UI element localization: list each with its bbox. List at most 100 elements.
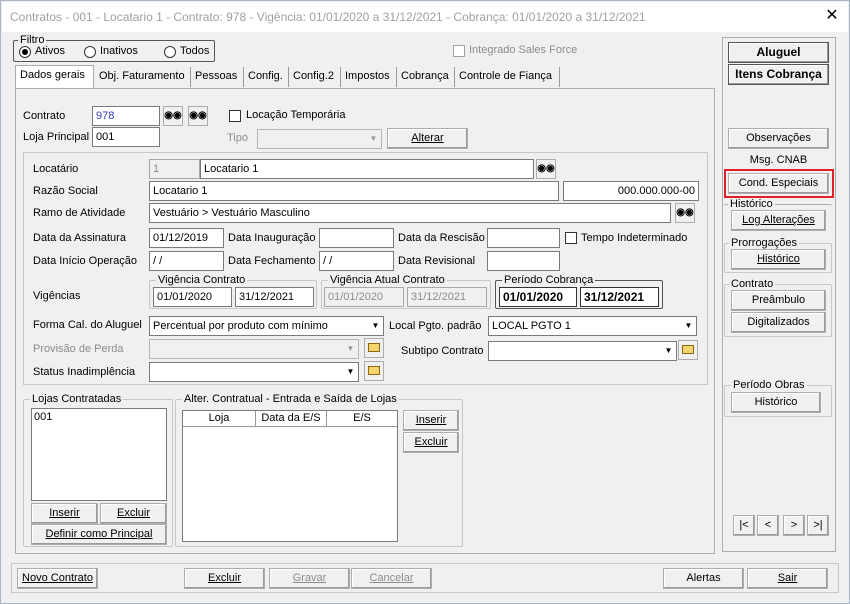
data-inicio-operacao-label: Data Início Operação <box>33 255 137 267</box>
definir-principal-button[interactable]: Definir como Principal <box>31 524 167 545</box>
tab-cobranca[interactable]: Cobrança <box>397 67 455 87</box>
tab-impostos[interactable]: Impostos <box>341 67 397 87</box>
radio-todos[interactable] <box>164 46 176 58</box>
provisao-perda-select[interactable]: ▼ <box>149 339 359 359</box>
prorrogacoes-historico-label: Histórico <box>757 253 800 265</box>
novo-contrato-button[interactable]: Novo Contrato <box>17 568 98 589</box>
log-alteracoes-label: Log Alterações <box>742 214 815 226</box>
tab-controle-fianca[interactable]: Controle de Fiança <box>455 67 560 87</box>
excluir-label: Excluir <box>207 572 241 584</box>
first-record-button[interactable]: |< <box>733 515 755 536</box>
periodo-cobranca-title: Período Cobrança <box>502 274 596 286</box>
status-inadimplencia-select[interactable]: ▼ <box>149 362 359 382</box>
folder-icon[interactable] <box>364 361 384 381</box>
locacao-temporaria-checkbox[interactable] <box>229 110 241 122</box>
tab-pessoas[interactable]: Pessoas <box>191 67 244 87</box>
local-pgto-value: LOCAL PGTO 1 <box>492 320 571 332</box>
cancelar-button[interactable]: Cancelar <box>351 568 432 589</box>
loja-principal-label: Loja Principal <box>23 131 90 143</box>
vigencia-contrato-to[interactable]: 31/12/2021 <box>235 287 314 307</box>
alterar-button[interactable]: Alterar <box>387 128 468 149</box>
locacao-temporaria-label: Locação Temporária <box>246 109 346 121</box>
loja-principal-input[interactable]: 001 <box>92 127 160 147</box>
forma-calculo-select[interactable]: Percentual por produto com mínimo ▼ <box>149 316 384 336</box>
alter-inserir-button[interactable]: Inserir <box>403 410 459 431</box>
razao-social-input[interactable]: Locatario 1 <box>149 181 559 201</box>
prorrogacoes-historico-button[interactable]: Histórico <box>731 249 826 270</box>
radio-ativos[interactable] <box>19 46 31 58</box>
col-data-es: Data da E/S <box>261 412 321 424</box>
alter-inserir-label: Inserir <box>415 414 447 426</box>
cnpj-input[interactable]: 000.000.000-00 <box>563 181 699 201</box>
subtipo-contrato-label: Subtipo Contrato <box>401 345 484 357</box>
periodo-cobranca-to[interactable]: 31/12/2021 <box>580 287 659 307</box>
vigencia-atual-from: 01/01/2020 <box>324 287 404 307</box>
preambulo-button[interactable]: Preâmbulo <box>731 290 826 311</box>
data-inauguracao-input[interactable] <box>319 228 394 248</box>
ramo-atividade-input[interactable]: Vestuário > Vestuário Masculino <box>149 203 671 223</box>
msg-cnab-button[interactable]: Msg. CNAB <box>728 150 829 171</box>
alter-excluir-button[interactable]: Excluir <box>403 432 459 453</box>
lojas-list[interactable]: 001 <box>31 408 167 501</box>
data-fechamento-input[interactable]: / / <box>319 251 394 271</box>
lojas-inserir-button[interactable]: Inserir <box>31 503 98 524</box>
col-loja: Loja <box>208 412 230 424</box>
digitalizados-button[interactable]: Digitalizados <box>731 312 826 333</box>
next-record-button[interactable]: > <box>783 515 805 536</box>
data-rescisao-input[interactable] <box>487 228 560 248</box>
folder-icon[interactable] <box>364 338 384 358</box>
tipo-select[interactable]: ▼ <box>257 129 382 149</box>
observacoes-button[interactable]: Observações <box>728 128 829 149</box>
list-item[interactable]: 001 <box>32 409 166 425</box>
alter-table[interactable]: Loja Data da E/S E/S <box>182 410 398 542</box>
last-record-button[interactable]: >| <box>807 515 829 536</box>
lojas-contratadas-title: Lojas Contratadas <box>30 393 124 405</box>
alertas-button[interactable]: Alertas <box>663 568 744 589</box>
excluir-button[interactable]: Excluir <box>184 568 265 589</box>
itens-cobranca-button[interactable]: Itens Cobrança <box>728 64 829 85</box>
aluguel-button[interactable]: Aluguel <box>728 42 829 63</box>
tempo-indeterminado-checkbox[interactable] <box>565 232 577 244</box>
locatario-name-input[interactable]: Locatario 1 <box>200 159 534 179</box>
close-icon[interactable]: ✕ <box>823 7 841 25</box>
subtipo-contrato-select[interactable]: ▼ <box>488 341 677 361</box>
data-revisional-input[interactable] <box>487 251 560 271</box>
tab-obj-faturamento[interactable]: Obj. Faturamento <box>95 67 191 87</box>
alterar-label: Alterar <box>411 132 444 144</box>
contrato-input[interactable]: 978 <box>92 106 160 126</box>
data-assinatura-label: Data da Assinatura <box>33 232 126 244</box>
radio-inativos[interactable] <box>84 46 96 58</box>
prev-record-button[interactable]: < <box>757 515 779 536</box>
binoculars-icon[interactable]: ◉◉ <box>675 203 695 223</box>
chevron-down-icon: ▼ <box>346 367 355 376</box>
binoculars-icon[interactable]: ◉◉ <box>163 106 183 126</box>
chevron-down-icon: ▼ <box>369 134 378 143</box>
local-pgto-label: Local Pgto. padrão <box>389 320 482 332</box>
binoculars-icon[interactable]: ◉◉ <box>536 159 556 179</box>
folder-icon[interactable] <box>678 340 698 360</box>
gravar-label: Gravar <box>292 572 327 584</box>
gravar-button[interactable]: Gravar <box>269 568 350 589</box>
novo-contrato-label: Novo Contrato <box>22 572 93 584</box>
data-inicio-operacao-input[interactable]: / / <box>149 251 224 271</box>
tab-dados-gerais[interactable]: Dados gerais <box>15 65 94 88</box>
contrato-side-title: Contrato <box>729 278 776 290</box>
binoculars-icon[interactable]: ◉◉ <box>188 106 208 126</box>
obras-historico-button[interactable]: Histórico <box>731 392 821 413</box>
sair-button[interactable]: Sair <box>747 568 828 589</box>
vigencia-contrato-from[interactable]: 01/01/2020 <box>153 287 232 307</box>
data-assinatura-input[interactable]: 01/12/2019 <box>149 228 224 248</box>
lojas-excluir-button[interactable]: Excluir <box>100 503 167 524</box>
locatario-code-input[interactable]: 1 <box>149 159 200 179</box>
periodo-cobranca-from[interactable]: 01/01/2020 <box>499 287 577 307</box>
prorrogacoes-title: Prorrogações <box>729 237 800 249</box>
tab-config2[interactable]: Config.2 <box>289 67 341 87</box>
chevron-down-icon: ▼ <box>371 321 380 330</box>
log-alteracoes-button[interactable]: Log Alterações <box>731 210 826 231</box>
integrado-checkbox[interactable] <box>453 45 465 57</box>
forma-calculo-label: Forma Cal. do Aluguel <box>33 319 142 331</box>
data-rescisao-label: Data da Rescisão <box>398 232 485 244</box>
sair-label: Sair <box>777 572 798 584</box>
tab-config[interactable]: Config. <box>244 67 289 87</box>
local-pgto-select[interactable]: LOCAL PGTO 1 ▼ <box>488 316 697 336</box>
